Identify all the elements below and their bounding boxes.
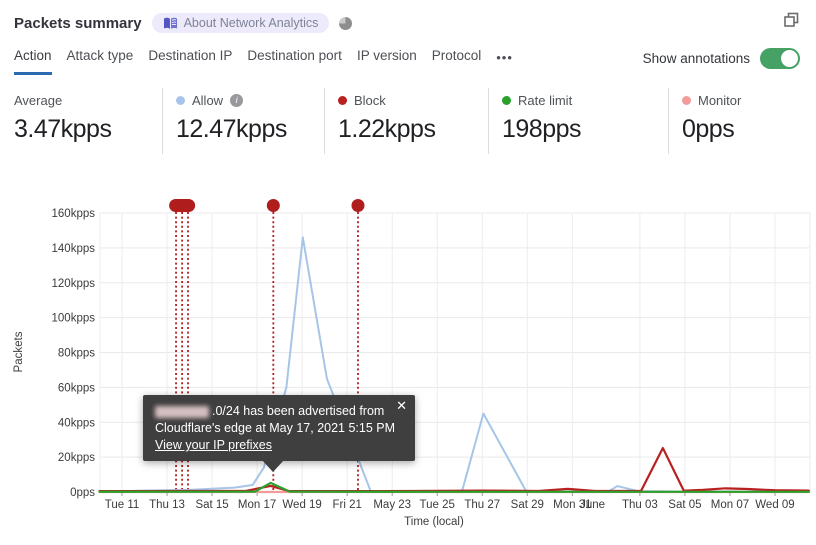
book-icon <box>163 17 177 29</box>
x-axis-title: Time (local) <box>404 516 464 528</box>
y-axis-tick-label: 80kpps <box>58 348 95 360</box>
annotation-tooltip: ✕ .0/24 has been advertised from Cloudfl… <box>143 395 415 472</box>
packets-time-series-chart[interactable]: 0pps 20kpps 40kpps 60kpps 80kpps 100kpps 120kp… <box>0 185 816 545</box>
tab-ip-version[interactable]: IP version <box>357 48 417 75</box>
stat-monitor: Monitor 0pps <box>668 88 815 154</box>
x-axis-tick-label: Sat 15 <box>195 499 228 511</box>
badge-label: About Network Analytics <box>183 16 319 30</box>
x-axis-tick-label: Thu 13 <box>149 499 185 511</box>
tab-protocol[interactable]: Protocol <box>432 48 482 75</box>
tab-bar: Action Attack type Destination IP Destin… <box>0 34 816 75</box>
toggle-knob <box>781 50 798 67</box>
stat-block-value: 1.22kpps <box>338 115 436 143</box>
annotation-marker <box>351 199 365 212</box>
show-annotations-toggle[interactable] <box>760 48 800 69</box>
network-analytics-panel: Packets summary About Network Analytics … <box>0 0 816 545</box>
stat-allow: Allow i 12.47kpps <box>162 88 324 154</box>
page-title: Packets summary <box>14 14 142 32</box>
tab-destination-port[interactable]: Destination port <box>247 48 342 75</box>
y-axis-tick-label: 100kpps <box>52 313 96 325</box>
annotation-group-marker <box>169 199 196 212</box>
tooltip-arrow <box>262 460 284 472</box>
rate-limit-legend-dot <box>502 95 511 105</box>
stat-block-label: Block <box>354 92 386 108</box>
y-axis-tick-label: 60kpps <box>58 382 95 394</box>
stat-rate-limit-value: 198pps <box>502 115 582 143</box>
more-tabs-button[interactable]: ••• <box>496 48 513 75</box>
y-axis-tick-label: 20kpps <box>58 452 95 464</box>
stat-average-value: 3.47kpps <box>14 115 112 143</box>
tab-attack-type[interactable]: Attack type <box>67 48 134 75</box>
stat-block: Block 1.22kpps <box>324 88 488 154</box>
y-axis-tick-label: 160kpps <box>52 208 96 220</box>
x-axis-tick-label: Thu 03 <box>622 499 658 511</box>
header: Packets summary About Network Analytics <box>0 0 816 34</box>
x-axis-tick-label: May 23 <box>373 499 411 511</box>
stat-rate-limit-label: Rate limit <box>518 92 573 108</box>
stat-average-label: Average <box>14 92 63 108</box>
tab-destination-ip[interactable]: Destination IP <box>148 48 232 75</box>
tooltip-close-button[interactable]: ✕ <box>396 398 407 414</box>
x-axis-tick-label: Tue 25 <box>420 499 455 511</box>
show-annotations-label: Show annotations <box>642 51 750 66</box>
stat-allow-label: Allow <box>192 92 224 108</box>
y-axis-tick-label: 120kpps <box>52 278 96 290</box>
x-axis-tick-label: Mon 17 <box>238 499 276 511</box>
y-axis-tick-label: 140kpps <box>52 243 96 255</box>
stat-monitor-label: Monitor <box>698 92 742 108</box>
monitor-legend-dot <box>682 95 691 105</box>
annotation-marker <box>266 199 280 212</box>
stat-rate-limit: Rate limit 198pps <box>488 88 668 154</box>
block-legend-dot <box>338 95 347 105</box>
x-axis-tick-label: Fri 21 <box>332 499 361 511</box>
x-axis-tick-label: Tue 11 <box>105 499 140 511</box>
x-axis-tick-label: Mon 07 <box>711 499 749 511</box>
progress-donut-icon <box>339 16 353 30</box>
x-axis-tick-label: Sat 05 <box>668 499 701 511</box>
tab-action[interactable]: Action <box>14 48 52 75</box>
tooltip-line2: Cloudflare's edge at May 17, 2021 5:15 P… <box>155 421 396 435</box>
view-ip-prefixes-link[interactable]: View your IP prefixes <box>155 438 272 452</box>
x-axis-tick-label: Sat 29 <box>511 499 544 511</box>
stat-average: Average 3.47kpps <box>0 88 162 154</box>
x-axis-tick-label: Wed 19 <box>282 499 321 511</box>
x-axis-tick-label: June <box>580 499 605 511</box>
allow-legend-dot <box>176 95 185 105</box>
stats-row: Average 3.47kpps Allow i 12.47kpps Block… <box>0 88 816 154</box>
y-axis-tick-label: 40kpps <box>58 417 95 429</box>
redacted-ip-prefix <box>155 405 209 418</box>
tooltip-line1: .0/24 has been advertised from <box>212 404 385 418</box>
chart-canvas[interactable]: 0pps 20kpps 40kpps 60kpps 80kpps 100kpps 120kp… <box>0 185 816 540</box>
stat-monitor-value: 0pps <box>682 115 735 143</box>
x-axis-tick-label: Wed 09 <box>755 499 794 511</box>
y-axis-tick-label: 0pps <box>70 487 95 499</box>
about-network-analytics-badge[interactable]: About Network Analytics <box>151 13 330 33</box>
y-axis-title: Packets <box>13 331 25 372</box>
info-icon[interactable]: i <box>230 93 244 107</box>
pop-out-window-icon[interactable] <box>783 12 800 34</box>
stat-allow-value: 12.47kpps <box>176 115 287 143</box>
x-axis-tick-label: Thu 27 <box>464 499 500 511</box>
